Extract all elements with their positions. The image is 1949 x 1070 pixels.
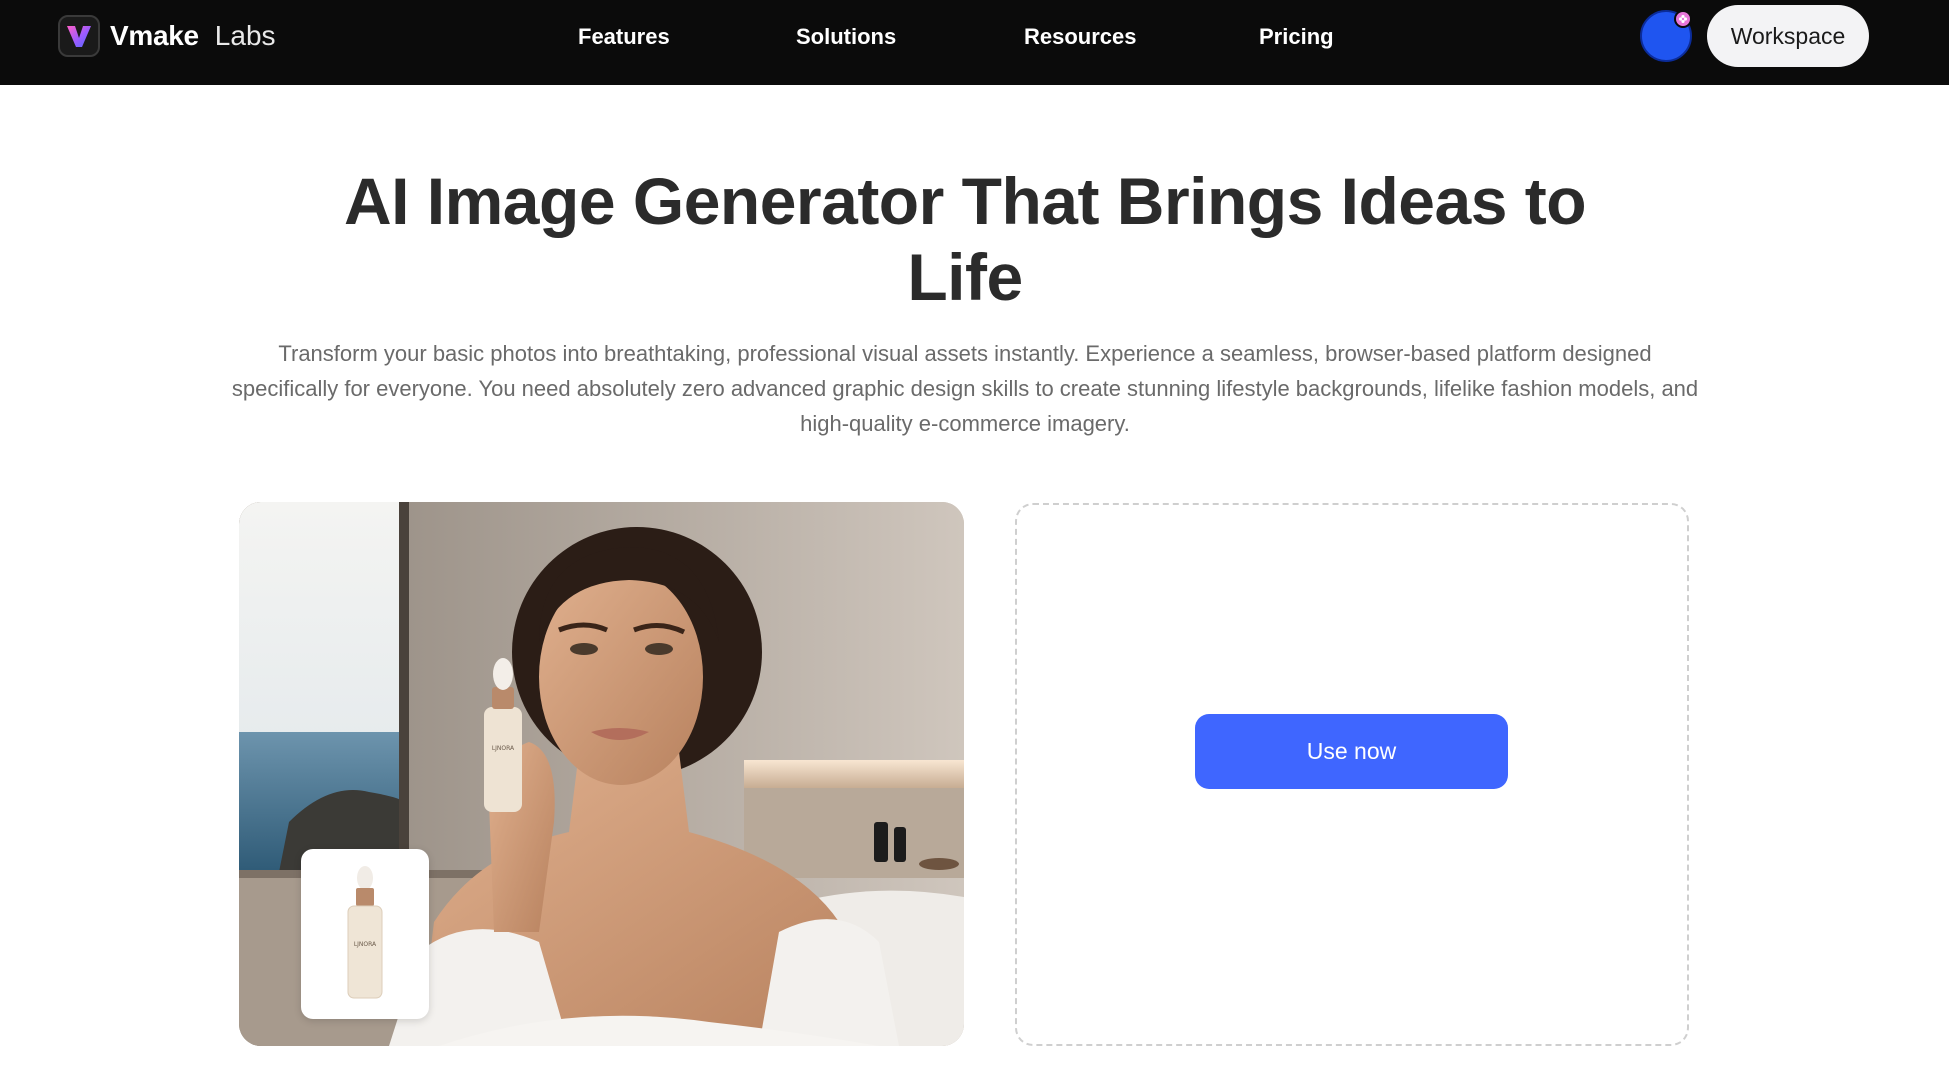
brand-suffix: Labs	[214, 20, 276, 51]
brand-home-link[interactable]: Vmake Labs	[58, 15, 276, 57]
hero-description: Transform your basic photos into breatht…	[231, 341, 1699, 436]
flower-icon	[1674, 10, 1692, 28]
nav-features-link[interactable]: Features	[578, 24, 670, 50]
page-title: AI Image Generator That Brings Ideas to …	[343, 164, 1587, 314]
vmake-logo-icon	[58, 15, 100, 57]
nav-resources-link[interactable]: Resources	[1024, 24, 1137, 50]
product-thumbnail[interactable]: LJNORA	[301, 849, 429, 1019]
use-now-button[interactable]: Use now	[1195, 714, 1508, 789]
brand-name: Vmake	[110, 20, 199, 51]
nav-solutions-link[interactable]: Solutions	[796, 24, 896, 50]
bottle-label-text: LJNORA	[492, 745, 515, 752]
thumb-label-text: LJNORA	[354, 941, 377, 948]
nav-pricing-link[interactable]: Pricing	[1259, 24, 1334, 50]
top-navbar: Vmake Labs Features Solutions Resources …	[0, 0, 1949, 85]
workspace-button[interactable]: Workspace	[1707, 5, 1869, 67]
